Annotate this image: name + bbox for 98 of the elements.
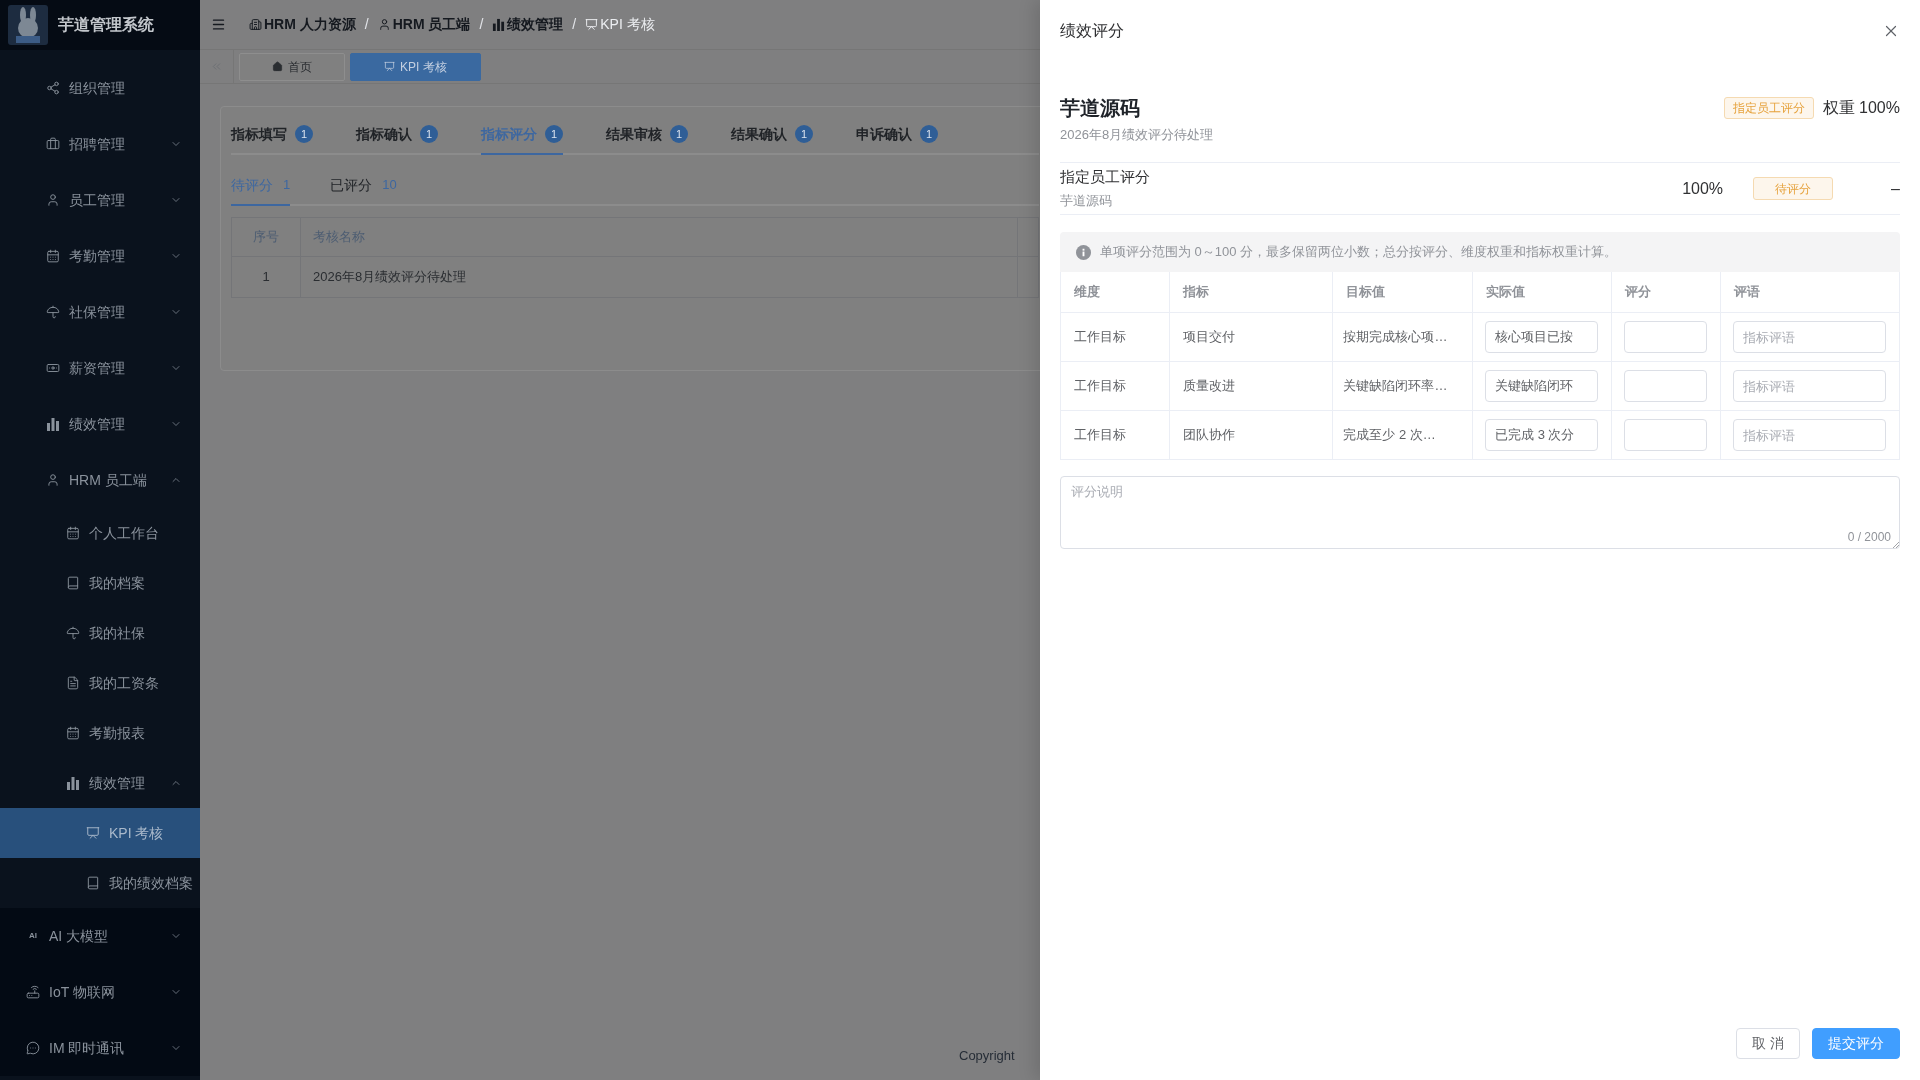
calendar-icon (66, 526, 80, 540)
person-icon (377, 18, 391, 31)
count-badge: 1 (670, 125, 688, 143)
tab[interactable]: 指标确认 1 (356, 115, 438, 155)
reviewee-name: 芋道源码 (1060, 96, 1141, 120)
score-input[interactable] (1623, 321, 1708, 353)
chat-bubble-icon (26, 1041, 40, 1055)
tab[interactable]: 结果确认 1 (731, 115, 813, 155)
weight-text: 权重 100% (1822, 98, 1900, 118)
table-header-cell: 评分 (1611, 272, 1722, 312)
table-cell: 完成至少 2 次… (1333, 411, 1474, 459)
breadcrumb-link[interactable]: HRM 员工端 (377, 14, 471, 35)
table-header-cell: 维度 (1061, 272, 1170, 312)
resize-handle-icon (1893, 542, 1899, 548)
tab[interactable]: 指标填写 1 (231, 115, 313, 155)
table-header-cell: 目标值 (1333, 272, 1474, 312)
menu-icon (211, 17, 226, 32)
bar-chart-icon (492, 18, 506, 31)
scorer-title: 指定员工评分 (1060, 167, 1150, 187)
book-icon (66, 576, 80, 590)
breadcrumb-link[interactable]: 绩效管理 (492, 14, 564, 35)
info-icon (1076, 244, 1091, 260)
umbrella-icon (46, 305, 60, 319)
score-input[interactable] (1623, 419, 1708, 451)
calendar-icon (46, 249, 60, 263)
home-icon (272, 61, 283, 72)
review-subtitle: 2026年8月绩效评分待处理 (1060, 126, 1214, 144)
table-cell: 质量改进 (1169, 362, 1334, 410)
cancel-button[interactable]: 取 消 (1736, 1028, 1800, 1059)
count-badge: 1 (795, 125, 813, 143)
person-icon (46, 193, 60, 207)
table-cell: 工作目标 (1061, 362, 1170, 410)
presentation-board-icon (86, 826, 100, 840)
umbrella-icon (66, 626, 80, 640)
drawer-title: 绩效评分 (1060, 21, 1124, 41)
bar-chart-icon (66, 776, 80, 790)
score-value: – (1891, 178, 1900, 199)
banknote-icon (46, 361, 60, 375)
ai-icon: AI (26, 932, 40, 940)
count-badge: 1 (545, 125, 563, 143)
page-tag[interactable]: KPI 考核 (350, 52, 481, 81)
tab[interactable]: 指标评分 1 (481, 115, 563, 155)
presentation-board-icon (384, 61, 395, 72)
copyright-text: Copyright (959, 1047, 1015, 1066)
sidebar-submenu[interactable]: AI AI 大模型 (0, 908, 200, 964)
table-header-cell: 指标 (1169, 272, 1334, 312)
table-cell: 工作目标 (1061, 313, 1170, 361)
comment-input[interactable]: 指标评语 (1733, 321, 1886, 353)
logo-icon (8, 5, 48, 45)
count-badge: 1 (920, 125, 938, 143)
person-icon (46, 473, 60, 487)
info-text: 单项评分范围为 0～100 分，最多保留两位小数；总分按评分、维度权重和指标权重计算。 (1100, 243, 1618, 262)
table-cell: 团队协作 (1169, 411, 1334, 459)
count-label: 10 (382, 176, 397, 195)
breadcrumb-separator: / (364, 15, 369, 34)
table-header-cell: 实际值 (1473, 272, 1612, 312)
scorer-name: 芋道源码 (1060, 192, 1113, 210)
breadcrumb-link[interactable]: HRM 人力资源 (249, 14, 356, 35)
bar-chart-icon (46, 417, 60, 431)
count-badge: 1 (295, 125, 313, 143)
count-label: 1 (283, 176, 291, 195)
building-icon (249, 18, 262, 31)
table-cell: 项目交付 (1169, 313, 1334, 361)
briefcase-icon (46, 137, 60, 151)
actual-value-input[interactable]: 核心项目已按 (1485, 321, 1598, 353)
table-cell: 按期完成核心项… (1333, 313, 1474, 361)
current-page-title: KPI 考核 (585, 14, 655, 35)
table-cell: 2026年8月绩效评分待处理 (301, 257, 1018, 297)
sidebar-submenu[interactable]: IM 即时通讯 (0, 1020, 200, 1076)
scorer-type-tag: 指定员工评分 (1723, 97, 1814, 119)
brand-title: 芋道管理系统 (58, 15, 154, 35)
scorer-weight: 100% (1682, 178, 1724, 199)
table-cell: 工作目标 (1061, 411, 1170, 459)
comment-input[interactable]: 指标评语 (1733, 419, 1886, 451)
sidebar-item[interactable]: KPI 考核 (0, 808, 200, 858)
page-tag[interactable]: 首页 (239, 52, 345, 81)
actual-value-input[interactable]: 已完成 3 次分 (1485, 419, 1598, 451)
actual-value-input[interactable]: 关键缺陷闭环 (1485, 370, 1598, 402)
sidebar-submenu[interactable]: IoT 物联网 (0, 964, 200, 1020)
status-tag: 待评分 (1753, 177, 1834, 200)
document-icon (66, 676, 80, 690)
book-icon (86, 876, 100, 890)
sub-tab[interactable]: 已评分 10 (330, 166, 397, 206)
share-icon (46, 81, 60, 95)
score-input[interactable] (1623, 370, 1708, 402)
presentation-board-icon (585, 18, 599, 31)
comment-input[interactable]: 指标评语 (1733, 370, 1886, 402)
count-badge: 1 (420, 125, 438, 143)
tab[interactable]: 申诉确认 1 (856, 115, 938, 155)
table-header-cell-text: 评语 (1733, 283, 1762, 302)
breadcrumb-separator: / (479, 15, 484, 34)
menu-toggle-button[interactable] (211, 17, 226, 32)
table-cell: 1 (232, 257, 301, 297)
tab[interactable]: 结果审核 1 (606, 115, 688, 155)
table-cell: 关键缺陷闭环率… (1333, 362, 1474, 410)
breadcrumb-separator: / (572, 15, 577, 34)
calendar-icon (66, 726, 80, 740)
router-icon (26, 985, 40, 999)
